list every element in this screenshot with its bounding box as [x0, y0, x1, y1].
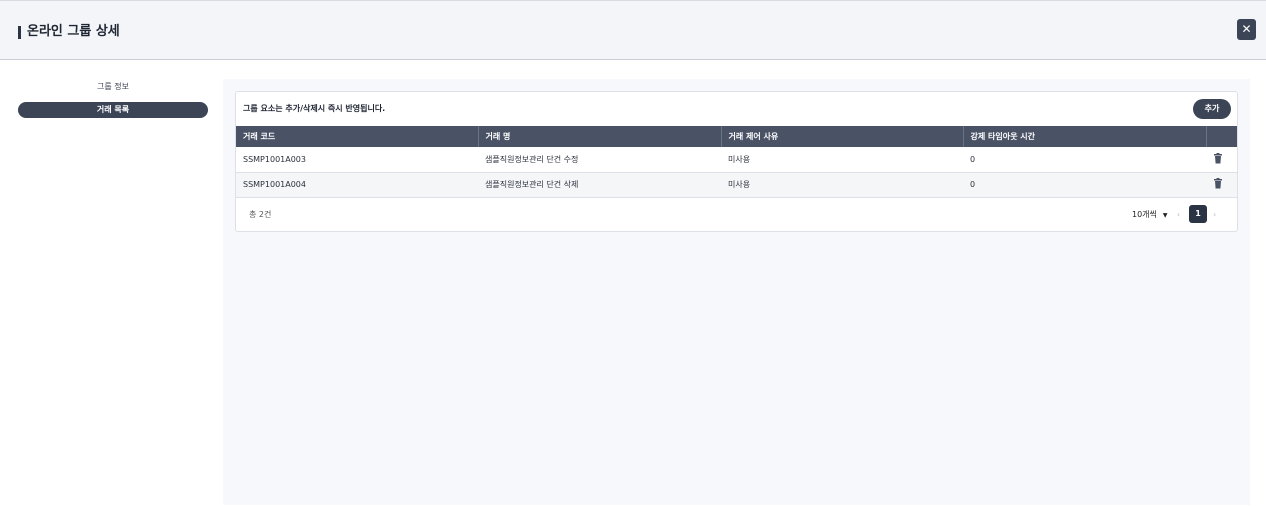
sidebar-item-group-info[interactable]: 그룹 정보 — [18, 79, 208, 95]
column-header-reason[interactable]: 거래 제어 사유 — [721, 126, 964, 147]
cell-name: 샘플직원정보관리 단건 수정 — [478, 147, 721, 173]
cell-timeout: 0 — [963, 147, 1206, 173]
title-accent-bar — [18, 26, 21, 39]
cell-actions — [1206, 147, 1237, 173]
trash-icon[interactable] — [1213, 178, 1223, 189]
cell-code: SSMP1001A004 — [236, 172, 478, 198]
add-button[interactable]: 추가 — [1193, 99, 1231, 119]
total-count: 총 2건 — [249, 210, 272, 219]
transaction-panel: 그룹 요소는 추가/삭제시 즉시 반영됩니다. 추가 거래 코드 거래 명 거래… — [235, 91, 1238, 232]
cell-actions — [1206, 172, 1237, 198]
cell-timeout: 0 — [963, 172, 1206, 198]
column-header-actions — [1206, 126, 1237, 147]
cell-name: 샘플직원정보관리 단건 삭제 — [478, 172, 721, 198]
page-title: 온라인 그룹 상세 — [27, 24, 120, 39]
notice-text: 그룹 요소는 추가/삭제시 즉시 반영됩니다. — [243, 104, 386, 113]
cell-reason: 미사용 — [721, 147, 963, 173]
column-header-code[interactable]: 거래 코드 — [236, 126, 479, 147]
prev-page-button[interactable]: ‹ — [1177, 208, 1180, 222]
table-row[interactable]: SSMP1001A003 샘플직원정보관리 단건 수정 미사용 0 — [236, 147, 1237, 173]
caret-down-icon: ▼ — [1162, 212, 1168, 219]
sidebar-item-transaction-list[interactable]: 거래 목록 — [18, 102, 208, 118]
page-number-current[interactable]: 1 — [1189, 205, 1207, 223]
next-page-button[interactable]: › — [1213, 208, 1216, 222]
table-header-row: 거래 코드 거래 명 거래 제어 사유 강제 타임아웃 시간 — [236, 126, 1237, 147]
column-header-timeout[interactable]: 강제 타임아웃 시간 — [963, 126, 1207, 147]
trash-icon[interactable] — [1213, 152, 1223, 164]
table-row[interactable]: SSMP1001A004 샘플직원정보관리 단건 삭제 미사용 0 — [236, 172, 1237, 198]
page-size-select[interactable]: 10개씩 ▼ — [1132, 208, 1168, 223]
close-icon: ✕ — [1241, 22, 1252, 36]
modal-header: 온라인 그룹 상세 — [0, 0, 1266, 60]
column-header-name[interactable]: 거래 명 — [478, 126, 722, 147]
transaction-table: 거래 코드 거래 명 거래 제어 사유 강제 타임아웃 시간 SSMP1001A… — [236, 126, 1237, 198]
cell-reason: 미사용 — [721, 172, 963, 198]
page-size-label: 10개씩 — [1132, 210, 1157, 219]
close-button[interactable]: ✕ — [1237, 19, 1256, 40]
cell-code: SSMP1001A003 — [236, 147, 478, 173]
